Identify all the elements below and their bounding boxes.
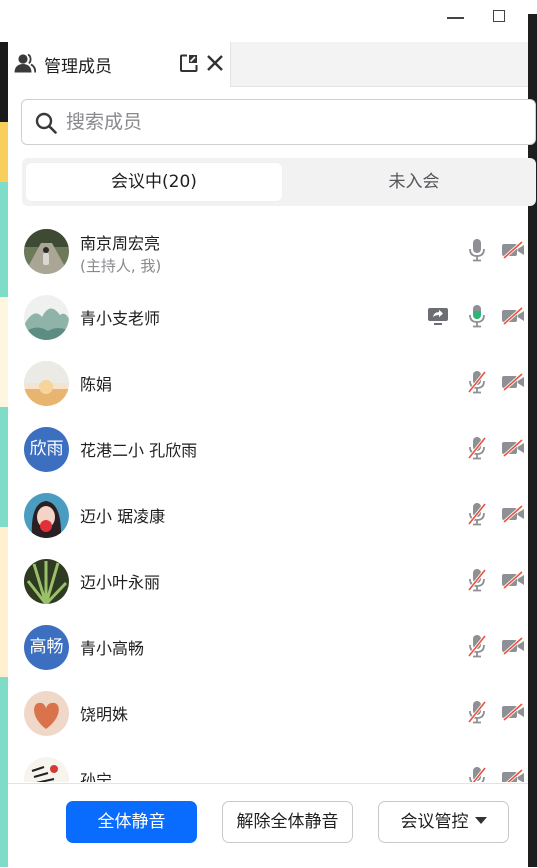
panel-footer: 全体静音 解除全体静音 会议管控 [8, 783, 528, 868]
camera-off-icon[interactable] [501, 439, 525, 457]
mute-all-button[interactable]: 全体静音 [66, 801, 197, 843]
member-name: 迈小叶永丽 [80, 573, 161, 592]
popout-icon[interactable] [179, 53, 199, 73]
tab-in-meeting[interactable]: 会议中(20) [26, 163, 282, 201]
minimize-icon[interactable] [447, 17, 464, 19]
maximize-icon[interactable] [493, 10, 505, 22]
member-role: (主持人, 我) [80, 257, 162, 275]
manage-members-panel: 管理成员 会议中(20) 未入会 [8, 42, 536, 868]
member-avatar [24, 295, 69, 340]
camera-off-icon[interactable] [501, 571, 525, 589]
member-name: 孙宁 [80, 771, 113, 782]
microphone-active-icon[interactable] [467, 304, 487, 328]
meeting-control-button[interactable]: 会议管控 [378, 801, 509, 843]
search-box [21, 99, 536, 145]
camera-off-icon[interactable] [501, 769, 525, 782]
member-name: 饶明姝 [80, 705, 129, 724]
search-input[interactable] [66, 108, 506, 136]
member-row[interactable]: 欣雨 花港二小 孔欣雨 [8, 415, 528, 481]
member-status-segmented-control: 会议中(20) 未入会 [22, 158, 536, 206]
meeting-control-label: 会议管控 [400, 812, 469, 832]
member-row[interactable]: 迈小 琚凌康 [8, 481, 528, 547]
user-icon [14, 53, 36, 73]
camera-off-icon[interactable] [501, 373, 525, 391]
tab-title: 管理成员 [44, 57, 112, 77]
background-app-strip [0, 42, 8, 867]
microphone-muted-icon[interactable] [467, 436, 487, 460]
unmute-all-button[interactable]: 解除全体静音 [222, 801, 353, 843]
member-name: 花港二小 孔欣雨 [80, 441, 198, 460]
microphone-muted-icon[interactable] [467, 700, 487, 724]
member-name: 迈小 琚凌康 [80, 507, 166, 526]
member-name: 陈娟 [80, 375, 113, 394]
member-name: 青小高畅 [80, 639, 145, 658]
member-row[interactable]: 高畅 青小高畅 [8, 613, 528, 679]
member-avatar [24, 559, 69, 604]
member-avatar [24, 757, 69, 782]
member-row[interactable]: 迈小叶永丽 [8, 547, 528, 613]
camera-off-icon[interactable] [501, 703, 525, 721]
member-avatar [24, 691, 69, 736]
member-avatar [24, 361, 69, 406]
member-row[interactable]: 南京周宏亮 (主持人, 我) [8, 217, 528, 283]
microphone-muted-icon[interactable] [467, 568, 487, 592]
search-icon [35, 112, 57, 134]
member-avatar: 高畅 [24, 625, 69, 670]
camera-off-icon[interactable] [501, 307, 525, 325]
member-row[interactable]: 青小支老师 [8, 283, 528, 349]
camera-off-icon[interactable] [501, 241, 525, 259]
member-name: 南京周宏亮 [80, 234, 161, 253]
window-titlebar [0, 0, 537, 42]
close-icon[interactable] [206, 54, 224, 72]
microphone-muted-icon[interactable] [467, 502, 487, 526]
tab-manage-members[interactable]: 管理成员 [8, 42, 231, 87]
panel-tabbar: 管理成员 [8, 42, 528, 87]
caret-down-icon [474, 817, 487, 824]
member-avatar: 欣雨 [24, 427, 69, 472]
microphone-muted-icon[interactable] [467, 766, 487, 782]
microphone-icon[interactable] [467, 238, 487, 262]
member-name: 青小支老师 [80, 309, 161, 328]
tab-not-joined[interactable]: 未入会 [292, 163, 536, 201]
member-list: 南京周宏亮 (主持人, 我) 青小支老师 陈娟 欣雨 花港二小 孔欣雨 迈小 琚… [8, 217, 528, 782]
member-avatar [24, 229, 69, 274]
microphone-muted-icon[interactable] [467, 634, 487, 658]
camera-off-icon[interactable] [501, 505, 525, 523]
microphone-muted-icon[interactable] [467, 370, 487, 394]
member-avatar [24, 493, 69, 538]
member-row[interactable]: 饶明姝 [8, 679, 528, 745]
camera-off-icon[interactable] [501, 637, 525, 655]
member-row[interactable]: 陈娟 [8, 349, 528, 415]
screen-share-icon [428, 308, 448, 325]
member-row[interactable]: 孙宁 [8, 745, 528, 782]
